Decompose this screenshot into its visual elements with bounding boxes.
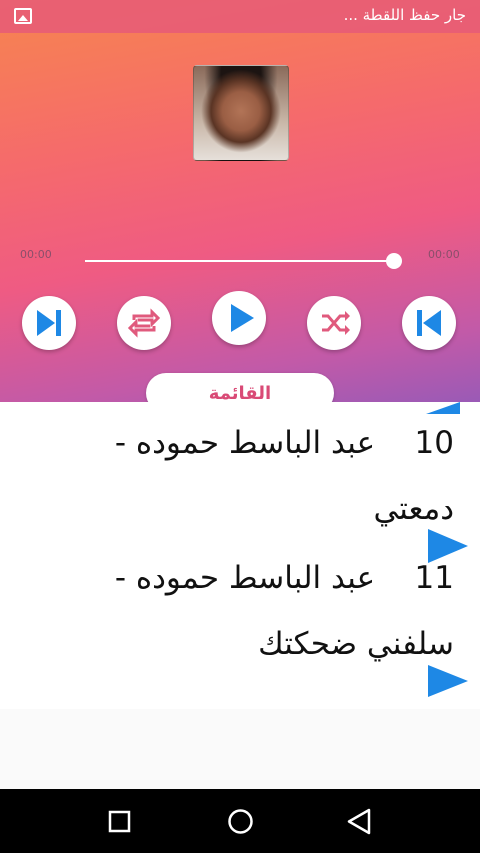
play-icon	[231, 304, 254, 332]
skip-previous-icon	[417, 310, 441, 336]
album-art	[193, 65, 289, 161]
repeat-icon	[127, 308, 161, 338]
track-line-2: سلفني ضحكتك	[258, 626, 454, 662]
seek-bar[interactable]	[85, 260, 395, 262]
play-button[interactable]	[212, 291, 266, 345]
track-number: 11	[414, 560, 454, 596]
seek-thumb[interactable]	[386, 253, 402, 269]
list-item[interactable]: 10 عبد الباسط حموده - دمعتي	[14, 410, 454, 542]
track-list[interactable]: 10 عبد الباسط حموده - دمعتي 11 عبد الباس…	[0, 402, 480, 709]
elapsed-time: 00:00	[20, 248, 52, 261]
skip-next-icon	[37, 310, 61, 336]
status-bar: جار حفظ اللقطة ...	[0, 0, 480, 33]
play-icon[interactable]	[426, 663, 470, 699]
track-title: عبد الباسط حموده -	[114, 425, 376, 461]
list-item[interactable]: 11 عبد الباسط حموده - سلفني ضحكتك	[14, 545, 454, 677]
navigation-bar	[0, 789, 480, 853]
track-line-1: 11 عبد الباسط حموده -	[14, 545, 454, 611]
track-number: 10	[414, 425, 454, 461]
empty-area	[0, 709, 480, 789]
status-text: جار حفظ اللقطة ...	[343, 6, 466, 24]
tab-playlist-label: القائمة	[208, 383, 272, 404]
circle-icon[interactable]	[227, 808, 254, 835]
shuffle-button[interactable]	[307, 296, 361, 350]
track-line-2: دمعتي	[373, 491, 454, 527]
track-title: عبد الباسط حموده -	[114, 560, 376, 596]
repeat-button[interactable]	[117, 296, 171, 350]
duration-time: 00:00	[428, 248, 460, 261]
back-triangle-icon[interactable]	[346, 808, 372, 835]
skip-previous-button[interactable]	[402, 296, 456, 350]
skip-next-button[interactable]	[22, 296, 76, 350]
gallery-icon	[14, 8, 32, 24]
square-icon[interactable]	[108, 810, 132, 834]
shuffle-icon	[322, 311, 350, 335]
track-line-1: 10 عبد الباسط حموده -	[14, 410, 454, 476]
